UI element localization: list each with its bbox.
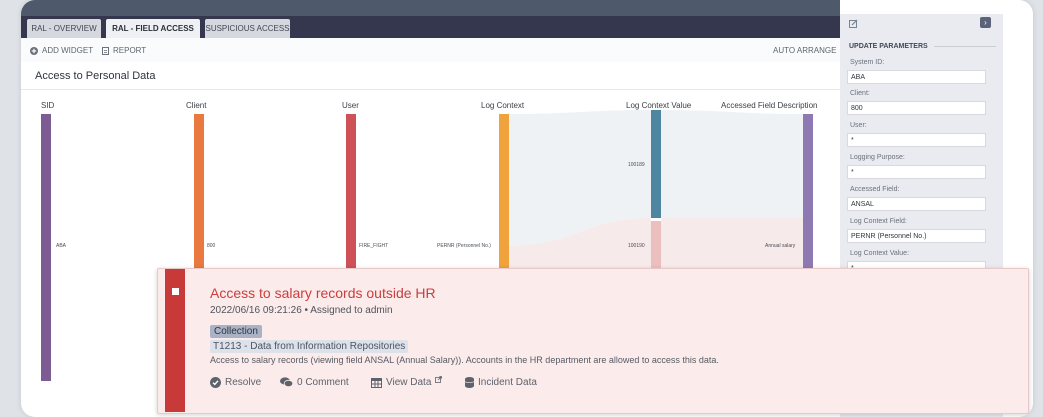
view-data-button[interactable]: View Data: [371, 376, 443, 388]
log-context-value-100190-label: 100190: [628, 243, 645, 249]
alert-description: Access to salary records (viewing field …: [210, 355, 719, 365]
check-circle-icon: [210, 377, 221, 388]
client-input[interactable]: 800: [847, 101, 986, 115]
accessed-field-label: Accessed Field:: [850, 186, 900, 193]
log-context-field-input[interactable]: PERNR (Personnel No.): [847, 229, 986, 243]
user-value-label: FIRE_FIGHT: [359, 243, 389, 249]
system-id-label: System ID:: [850, 59, 885, 66]
client-label: Client:: [850, 90, 870, 97]
alert-card[interactable]: Access to salary records outside HR 2022…: [157, 268, 1029, 414]
accessed-field-input[interactable]: ANSAL: [847, 197, 986, 211]
log-context-node-bar[interactable]: [499, 114, 509, 274]
alert-title[interactable]: Access to salary records outside HR: [210, 285, 436, 301]
comment-button[interactable]: 0 Comment: [280, 377, 349, 388]
parameters-heading: UPDATE PARAMETERS: [849, 43, 928, 50]
resolve-label: Resolve: [225, 377, 262, 388]
log-context-value-node-bar-bottom[interactable]: [651, 221, 661, 274]
user-node-bar[interactable]: [346, 114, 356, 274]
log-context-value-node-bar-top[interactable]: [651, 110, 661, 218]
app-window: RAL - OVERVIEW RAL - FIELD ACCESS SUSPIC…: [21, 0, 1033, 417]
table-icon: [371, 377, 382, 388]
accessed-field-node-bar[interactable]: [803, 114, 813, 274]
technique-tag: T1213 - Data from Information Repositori…: [210, 340, 409, 353]
log-context-value-100189-label: 100189: [628, 162, 645, 168]
log-context-field-label: Log Context Field:: [850, 218, 907, 225]
view-data-label: View Data: [386, 377, 432, 388]
sid-node-bar[interactable]: [41, 114, 51, 381]
client-value-label: 800: [207, 243, 216, 249]
system-id-input[interactable]: ABA: [847, 70, 986, 84]
log-context-value-label: Log Context Value:: [850, 250, 910, 257]
external-link-icon: [435, 376, 443, 383]
user-input[interactable]: *: [847, 133, 986, 147]
logging-purpose-input[interactable]: *: [847, 165, 986, 179]
incident-data-label: Incident Data: [478, 377, 537, 388]
incident-data-button[interactable]: Incident Data: [465, 377, 537, 388]
comment-icon: [280, 377, 293, 388]
chevron-right-icon[interactable]: ›: [980, 17, 991, 28]
database-icon: [465, 377, 474, 388]
alert-checkbox[interactable]: [172, 288, 179, 295]
client-node-bar[interactable]: [194, 114, 204, 274]
tactic-tag: Collection: [210, 325, 262, 338]
logging-purpose-label: Logging Purpose:: [850, 154, 905, 161]
heading-rule: [934, 46, 996, 47]
log-context-value-label: PERNR (Personnel No.): [437, 243, 491, 249]
alert-meta: 2022/06/16 09:21:26 • Assigned to admin: [210, 305, 393, 316]
sid-value-label: ABA: [56, 243, 67, 249]
resolve-button[interactable]: Resolve: [210, 377, 261, 388]
accessed-field-value-label: Annual salary: [765, 243, 796, 249]
user-label: User:: [850, 122, 867, 129]
edit-icon[interactable]: [849, 19, 858, 28]
comment-label: 0 Comment: [297, 377, 349, 388]
